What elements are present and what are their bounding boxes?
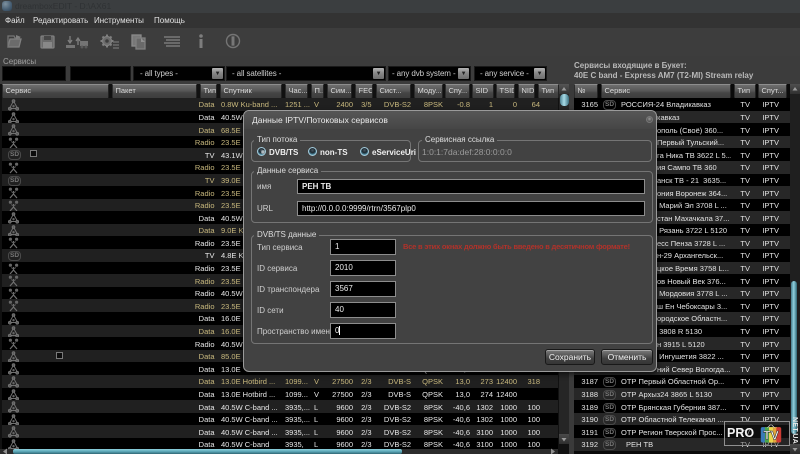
svg-text:TV: TV xyxy=(763,428,779,442)
